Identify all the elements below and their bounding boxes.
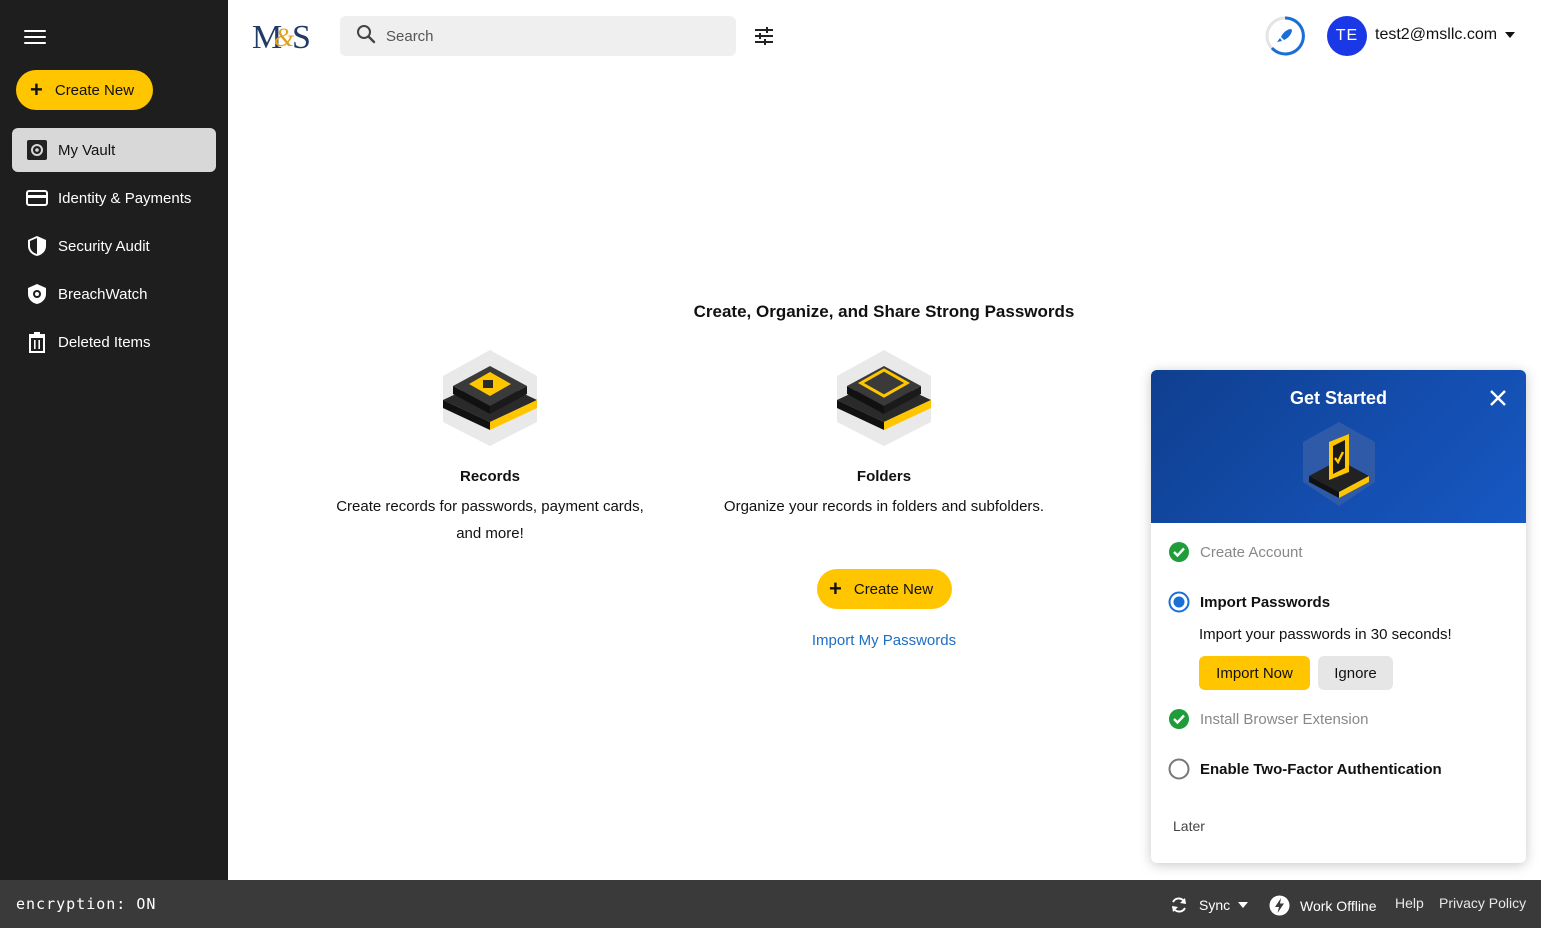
step-import-passwords[interactable]: Import Passwords — [1168, 591, 1330, 613]
get-started-panel: Get Started Create Account Import Passwo — [1151, 370, 1526, 863]
avatar[interactable]: TE — [1327, 16, 1367, 56]
sidebar-item-label: My Vault — [58, 141, 116, 159]
work-offline-label: Work Offline — [1300, 897, 1377, 914]
sidebar-item-breachwatch[interactable]: BreachWatch — [12, 272, 216, 316]
step-label: Create Account — [1200, 543, 1303, 561]
account-menu[interactable]: test2@msllc.com — [1375, 26, 1516, 44]
check-circle-icon — [1168, 708, 1190, 730]
chevron-down-icon — [1505, 32, 1516, 38]
import-passwords-link[interactable]: Import My Passwords — [784, 632, 984, 649]
sync-icon — [1169, 895, 1189, 915]
radio-selected-icon — [1168, 591, 1190, 613]
sidebar: + Create New My Vault Identity & Payment… — [0, 0, 228, 880]
step-install-browser-extension: Install Browser Extension — [1168, 708, 1368, 730]
privacy-policy-link[interactable]: Privacy Policy — [1439, 895, 1526, 911]
plus-icon: + — [829, 576, 842, 601]
create-new-button[interactable]: + Create New — [16, 70, 153, 110]
create-new-main-button[interactable]: + Create New — [817, 569, 952, 609]
feature-title: Folders — [856, 468, 912, 485]
search-input[interactable] — [386, 27, 716, 45]
plus-icon: + — [30, 77, 43, 102]
later-button[interactable]: Later — [1173, 818, 1205, 834]
feature-description: Organize your records in folders and sub… — [723, 498, 1045, 515]
ignore-button[interactable]: Ignore — [1318, 656, 1393, 690]
vault-icon — [26, 139, 48, 161]
sidebar-item-label: Deleted Items — [58, 333, 151, 351]
card-icon — [26, 187, 48, 209]
chevron-down-icon — [1238, 902, 1249, 908]
step-create-account: Create Account — [1168, 541, 1303, 563]
step-description: Import your passwords in 30 seconds! — [1199, 626, 1452, 643]
search-bar[interactable] — [340, 16, 736, 56]
sidebar-item-label: BreachWatch — [58, 285, 148, 303]
svg-text:S: S — [292, 19, 311, 56]
step-enable-2fa[interactable]: Enable Two-Factor Authentication — [1168, 758, 1442, 780]
trash-icon — [26, 331, 48, 353]
sidebar-item-label: Identity & Payments — [58, 189, 192, 207]
sync-button[interactable]: Sync — [1169, 895, 1249, 915]
hamburger-icon[interactable] — [24, 26, 46, 46]
breachwatch-icon — [26, 283, 48, 305]
user-email: test2@msllc.com — [1375, 26, 1498, 43]
create-new-label: Create New — [853, 580, 934, 598]
status-bar: encryption: ON Sync Work Offline Help Pr… — [0, 880, 1541, 928]
feature-folders: Folders Organize your records in folders… — [719, 348, 1049, 520]
sidebar-item-my-vault[interactable]: My Vault — [12, 128, 216, 172]
bolt-icon — [1269, 895, 1290, 916]
help-link[interactable]: Help — [1395, 895, 1424, 911]
records-illustration-icon — [435, 348, 545, 448]
shield-icon — [26, 235, 48, 257]
sidebar-item-deleted-items[interactable]: Deleted Items — [12, 320, 216, 364]
panel-title: Get Started — [1289, 388, 1388, 408]
step-label: Enable Two-Factor Authentication — [1200, 760, 1442, 778]
close-icon[interactable] — [1488, 388, 1508, 408]
sidebar-item-security-audit[interactable]: Security Audit — [12, 224, 216, 268]
create-new-label: Create New — [54, 81, 135, 99]
sidebar-item-identity-payments[interactable]: Identity & Payments — [12, 176, 216, 220]
search-icon — [356, 24, 376, 49]
import-now-button[interactable]: Import Now — [1199, 656, 1310, 690]
sidebar-item-label: Security Audit — [58, 237, 150, 255]
step-label: Import Passwords — [1200, 593, 1331, 611]
filter-icon[interactable] — [752, 24, 776, 48]
folders-illustration-icon — [829, 348, 939, 448]
page-headline: Create, Organize, and Share Strong Passw… — [693, 302, 1075, 321]
sync-label: Sync — [1199, 897, 1231, 913]
work-offline-button[interactable]: Work Offline — [1269, 895, 1377, 916]
radio-empty-icon — [1168, 758, 1190, 780]
step-label: Install Browser Extension — [1200, 710, 1369, 728]
rocket-progress-icon[interactable] — [1264, 15, 1306, 57]
get-started-illustration-icon — [1299, 420, 1379, 510]
feature-description: Create records for passwords, payment ca… — [336, 498, 644, 542]
check-circle-icon — [1168, 541, 1190, 563]
panel-header: Get Started — [1151, 370, 1526, 523]
company-logo[interactable]: M & S — [252, 16, 318, 56]
feature-records: Records Create records for passwords, pa… — [325, 348, 655, 547]
encryption-status: encryption: ON — [16, 895, 157, 913]
feature-title: Records — [459, 468, 521, 485]
